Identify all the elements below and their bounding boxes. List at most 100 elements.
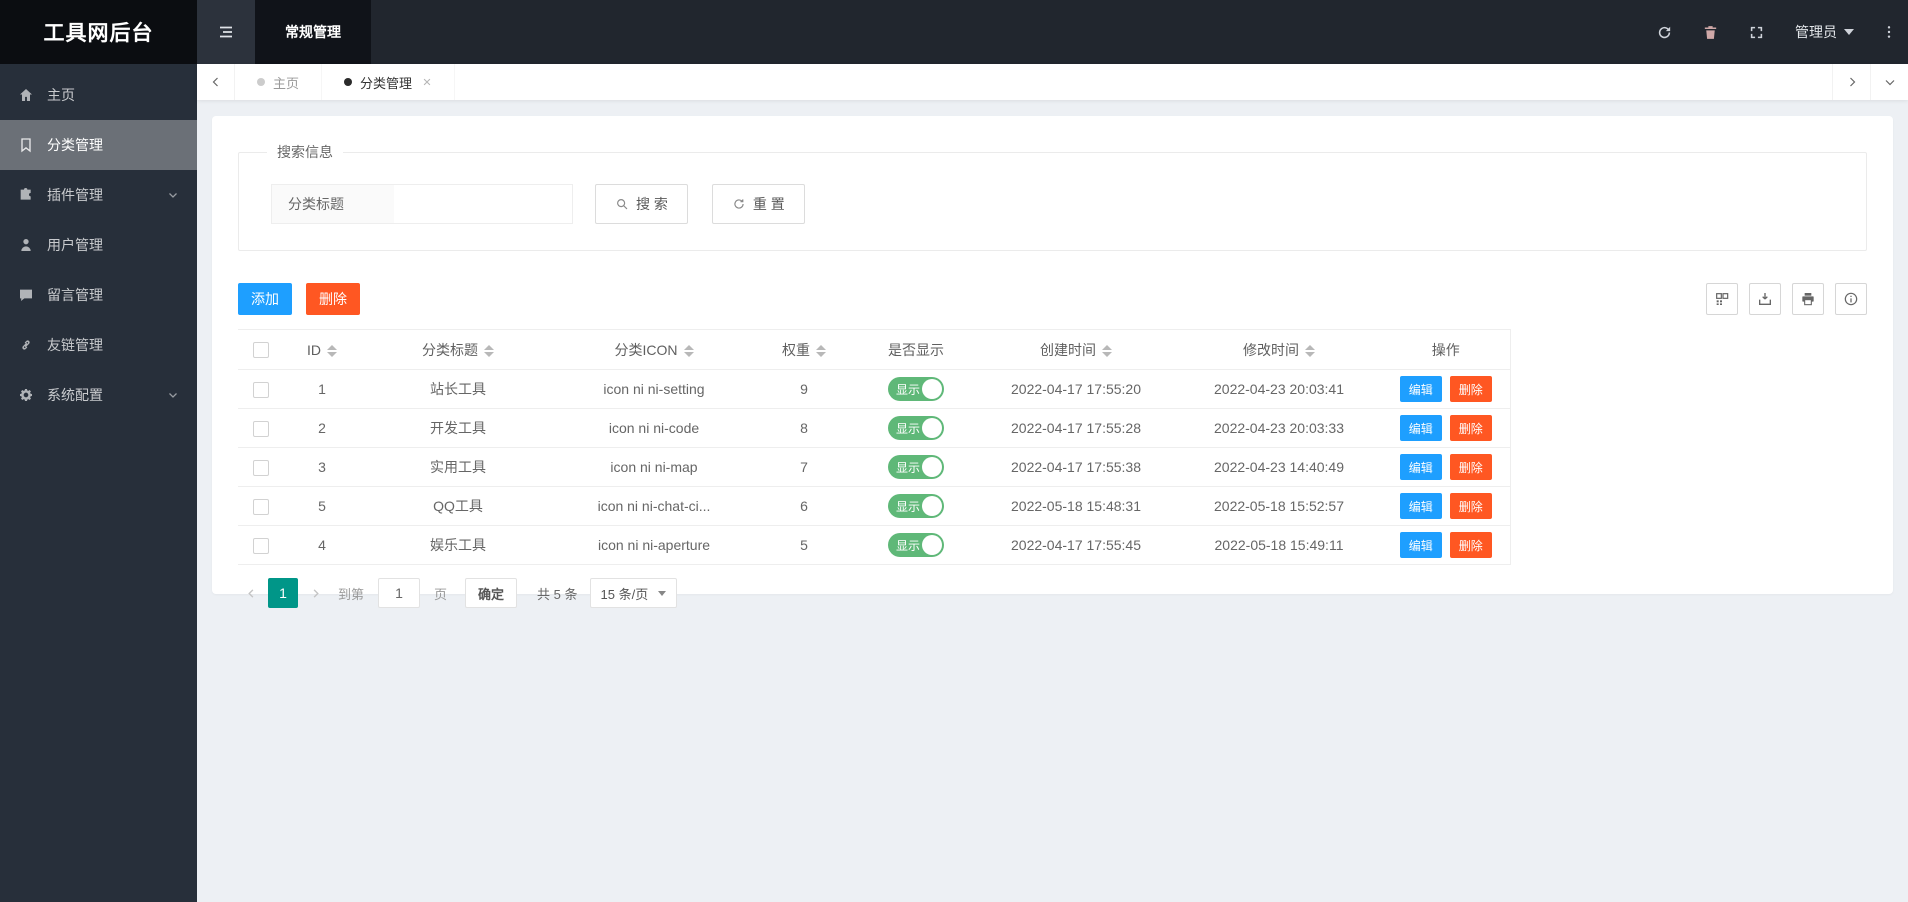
tabs-dropdown-button[interactable] (1870, 64, 1908, 100)
close-icon[interactable] (422, 77, 432, 87)
goto-confirm-button[interactable]: 确定 (465, 578, 518, 608)
fullscreen-button[interactable] (1733, 0, 1779, 64)
delete-row-button[interactable]: 删除 (1449, 454, 1492, 480)
toggle-knob-icon (922, 379, 942, 399)
edit-button[interactable]: 编辑 (1399, 415, 1442, 441)
cell-weight: 6 (752, 486, 856, 526)
sort-icon[interactable] (816, 344, 826, 357)
category-title-input[interactable] (394, 185, 572, 223)
header-title[interactable]: 分类标题 (360, 329, 556, 370)
select-all-checkbox[interactable] (253, 342, 269, 359)
cell-id: 3 (284, 447, 360, 487)
page-tabbar: 主页 分类管理 (197, 64, 1908, 100)
delete-row-button[interactable]: 删除 (1449, 376, 1492, 402)
print-button[interactable] (1792, 283, 1824, 315)
sidebar-item-home[interactable]: 主页 (0, 70, 197, 120)
sidebar-item-messages[interactable]: 留言管理 (0, 270, 197, 320)
header-created[interactable]: 创建时间 (976, 329, 1176, 370)
delete-row-button[interactable]: 删除 (1449, 415, 1492, 441)
row-checkbox[interactable] (253, 498, 269, 515)
table-row: 5 QQ工具 icon ni ni-chat-ci... 6 显示 2022-0… (238, 486, 1511, 526)
goto-page-input[interactable] (378, 578, 421, 608)
clear-cache-button[interactable] (1687, 0, 1733, 64)
header-icon[interactable]: 分类ICON (556, 329, 752, 370)
cell-weight: 9 (752, 369, 856, 409)
page-tab-home[interactable]: 主页 (235, 64, 323, 100)
show-toggle[interactable]: 显示 (888, 377, 944, 401)
search-button[interactable]: 搜 索 (595, 184, 688, 224)
header-weight[interactable]: 权重 (752, 329, 856, 370)
cell-show: 显示 (856, 525, 976, 565)
sort-icon[interactable] (484, 344, 494, 357)
sidebar-item-links[interactable]: 友链管理 (0, 320, 197, 370)
printer-icon (1802, 293, 1814, 306)
cell-id: 5 (284, 486, 360, 526)
add-button[interactable]: 添加 (238, 283, 292, 315)
fullscreen-icon (1750, 26, 1762, 38)
next-page-button[interactable] (302, 579, 328, 607)
more-menu-button[interactable] (1870, 0, 1908, 64)
header-show: 是否显示 (856, 329, 976, 370)
row-checkbox[interactable] (253, 537, 269, 554)
collapse-sidebar-button[interactable] (197, 0, 255, 64)
row-checkbox[interactable] (253, 459, 269, 476)
chevron-right-icon (1849, 77, 1855, 87)
sidebar-item-system-config[interactable]: 系统配置 (0, 370, 197, 420)
row-checkbox[interactable] (253, 381, 269, 398)
sidebar-menu: 主页 分类管理 插件管理 用户管理 留言管理 友链管理 系统配置 (0, 64, 197, 420)
per-page-select[interactable]: 15 条/页 (589, 578, 678, 608)
prev-page-button[interactable] (238, 579, 264, 607)
cell-id: 2 (284, 408, 360, 448)
sort-icon[interactable] (327, 344, 337, 357)
edit-button[interactable]: 编辑 (1399, 532, 1442, 558)
main-column: 常规管理 管理员 主页 分类管理 搜索信息 分类标题 搜 索 重 置 添加 删除… (197, 0, 1908, 902)
delete-button[interactable]: 删除 (306, 283, 360, 315)
admin-dropdown[interactable]: 管理员 (1779, 0, 1870, 64)
current-page-button[interactable]: 1 (268, 578, 298, 608)
tab-dot-icon (344, 78, 353, 86)
delete-row-button[interactable]: 删除 (1449, 532, 1492, 558)
export-icon (1759, 293, 1771, 305)
filter-columns-button[interactable] (1706, 283, 1738, 315)
sort-icon[interactable] (1305, 344, 1315, 357)
show-toggle[interactable]: 显示 (888, 494, 944, 518)
total-count-label: 共 5 条 (537, 586, 578, 602)
sort-icon[interactable] (683, 344, 694, 357)
export-button[interactable] (1749, 283, 1781, 315)
show-toggle[interactable]: 显示 (888, 533, 944, 557)
search-form: 分类标题 搜 索 重 置 (271, 184, 1846, 224)
row-check-cell (238, 447, 284, 487)
search-fieldset: 搜索信息 分类标题 搜 索 重 置 (238, 142, 1867, 251)
edit-button[interactable]: 编辑 (1399, 493, 1442, 519)
refresh-button[interactable] (1641, 0, 1687, 64)
cell-weight: 7 (752, 447, 856, 487)
chevron-down-icon (169, 193, 177, 198)
reset-button[interactable]: 重 置 (711, 184, 805, 224)
delete-row-button[interactable]: 删除 (1449, 493, 1492, 519)
topnav-tab-general[interactable]: 常规管理 (255, 0, 371, 64)
show-toggle[interactable]: 显示 (888, 455, 944, 479)
sort-icon[interactable] (1102, 344, 1112, 357)
per-page-label: 15 条/页 (600, 586, 649, 602)
tabs-scroll-left-button[interactable] (197, 64, 235, 100)
category-table: ID 分类标题 分类ICON 权重 是否显示 创建时间 修改时间 操作 1 站长… (238, 329, 1511, 565)
sidebar-item-category[interactable]: 分类管理 (0, 120, 197, 170)
table-row: 3 实用工具 icon ni ni-map 7 显示 2022-04-17 17… (238, 447, 1511, 487)
tabs-scroll-right-button[interactable] (1832, 64, 1870, 100)
edit-button[interactable]: 编辑 (1399, 454, 1442, 480)
sidebar-item-plugins[interactable]: 插件管理 (0, 170, 197, 220)
tab-label: 分类管理 (360, 75, 413, 91)
sidebar-item-users[interactable]: 用户管理 (0, 220, 197, 270)
edit-button[interactable]: 编辑 (1399, 376, 1442, 402)
admin-label: 管理员 (1795, 24, 1837, 40)
show-toggle[interactable]: 显示 (888, 416, 944, 440)
header-modified[interactable]: 修改时间 (1176, 329, 1382, 370)
row-checkbox[interactable] (253, 420, 269, 437)
cell-icon: icon ni ni-code (556, 408, 752, 448)
toggle-label: 显示 (896, 421, 921, 436)
info-button[interactable] (1835, 283, 1867, 315)
table-tool-icons (1706, 283, 1867, 315)
header-weight-label: 权重 (782, 341, 810, 358)
page-tab-category[interactable]: 分类管理 (322, 64, 456, 100)
header-id[interactable]: ID (284, 329, 360, 370)
